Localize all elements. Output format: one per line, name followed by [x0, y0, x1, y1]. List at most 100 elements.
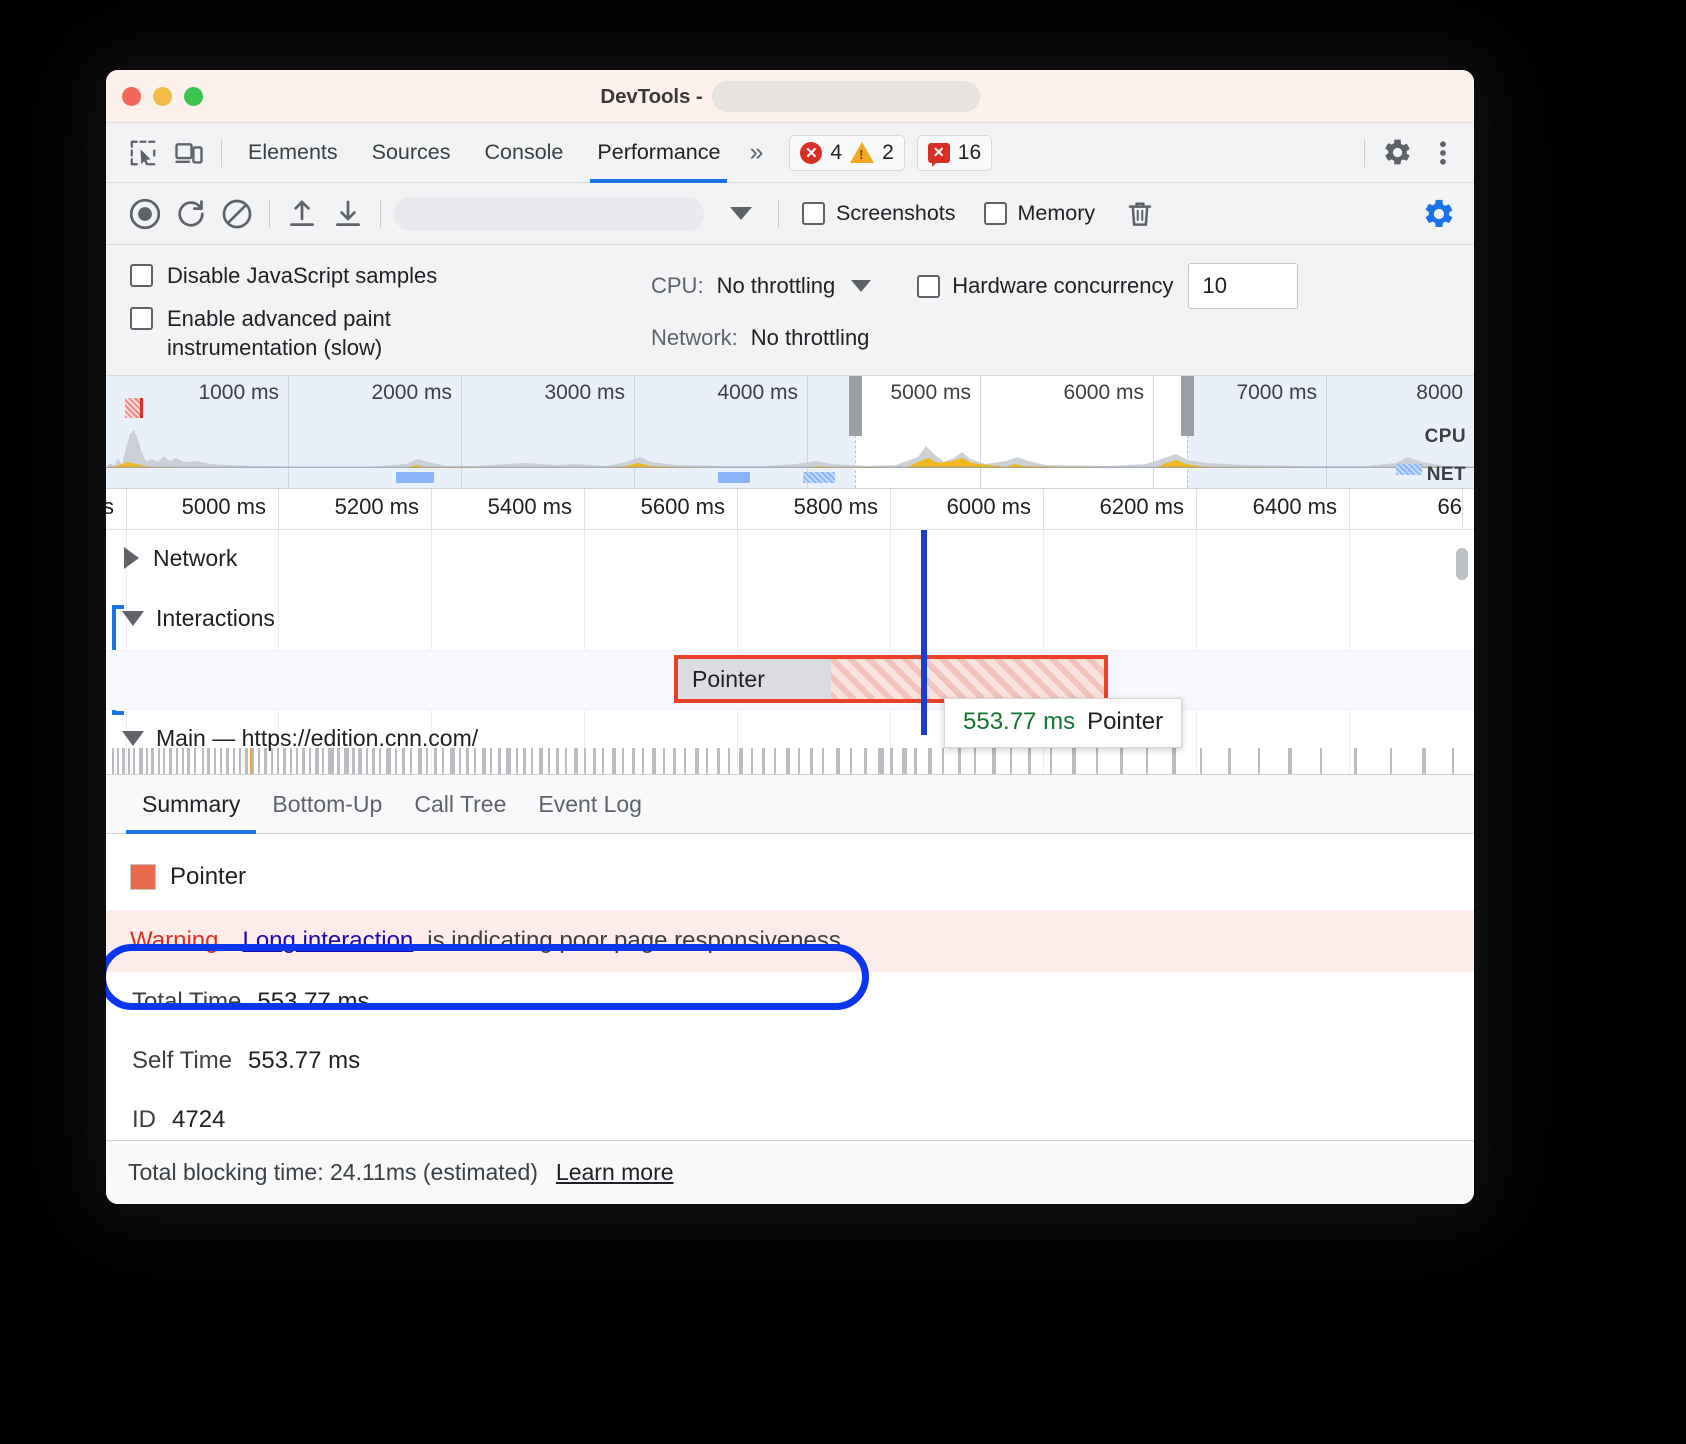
- disable-js-samples-box[interactable]: [130, 264, 153, 287]
- ruler-gridline: [1196, 489, 1197, 529]
- upload-profile-icon[interactable]: [279, 191, 325, 237]
- reload-record-icon[interactable]: [168, 191, 214, 237]
- tab-event-log-label: Event Log: [538, 791, 642, 818]
- advanced-paint-label: Enable advanced paint instrumentation (s…: [167, 304, 497, 362]
- chevron-down-icon[interactable]: [730, 207, 752, 220]
- gear-icon[interactable]: [1374, 130, 1420, 176]
- tabstrip-right-controls: [1355, 130, 1474, 176]
- cpu-chevron-down-icon[interactable]: [851, 280, 871, 292]
- performance-record-toolbar: Screenshots Memory: [106, 183, 1474, 245]
- tabstrip-right-divider: [1364, 139, 1365, 167]
- hardware-concurrency-label: Hardware concurrency: [952, 271, 1173, 300]
- ruler-tick-label: 5800 ms: [794, 494, 890, 520]
- tab-event-log[interactable]: Event Log: [522, 775, 658, 834]
- ruler-tick-label: 5400 ms: [488, 494, 584, 520]
- tab-call-tree[interactable]: Call Tree: [398, 775, 522, 834]
- gear-icon-active[interactable]: [1422, 197, 1456, 231]
- ruler-tick-label: 6200 ms: [1100, 494, 1196, 520]
- error-icon: ✕: [800, 142, 822, 164]
- pointer-event-bar[interactable]: Pointer: [674, 655, 1108, 703]
- screenshots-label: Screenshots: [836, 201, 956, 226]
- window-title-redacted-url: [712, 81, 980, 112]
- issues-badge[interactable]: ✕ 16: [917, 135, 992, 171]
- summary-panel: Pointer Warning Long interaction is indi…: [106, 834, 1474, 1141]
- id-value: 4724: [172, 1106, 225, 1134]
- ruler-gridline: [737, 489, 738, 529]
- overview-tick-label: 5000 ms: [890, 381, 980, 405]
- overview-tick-label: 1000 ms: [198, 381, 288, 405]
- overview-frame-marker: [125, 398, 143, 418]
- tab-sources[interactable]: Sources: [355, 123, 468, 183]
- warning-count: 2: [882, 141, 894, 165]
- summary-event-header: Pointer: [106, 852, 1474, 902]
- long-interaction-link[interactable]: Long interaction: [242, 927, 413, 955]
- issues-count: 16: [958, 141, 981, 165]
- overview-tick-label: 3000 ms: [544, 381, 634, 405]
- capture-settings-left: Disable JavaScript samples Enable advanc…: [106, 261, 651, 376]
- tab-elements[interactable]: Elements: [231, 123, 355, 183]
- track-header-interactions[interactable]: Interactions: [106, 590, 1474, 646]
- overview-net-bar: [803, 472, 835, 483]
- hardware-concurrency-checkbox[interactable]: Hardware concurrency: [917, 271, 1173, 300]
- memory-checkbox-box[interactable]: [984, 202, 1007, 225]
- kebab-menu-icon[interactable]: [1420, 130, 1466, 176]
- profile-selector-redacted[interactable]: [394, 197, 704, 231]
- hardware-concurrency-input[interactable]: 10: [1188, 263, 1298, 309]
- tab-console[interactable]: Console: [468, 123, 581, 183]
- summary-row-self-time: Self Time 553.77 ms: [106, 1031, 1474, 1090]
- flamechart-tracks[interactable]: Network Interactions Pointer Main — h: [106, 530, 1474, 774]
- tooltip-duration: 553.77 ms: [963, 708, 1075, 736]
- advanced-paint-box[interactable]: [130, 307, 153, 330]
- device-toolbar-icon[interactable]: [166, 130, 212, 176]
- overview-tick-label: 2000 ms: [371, 381, 461, 405]
- ruler-gridline: [584, 489, 585, 529]
- advanced-paint-checkbox[interactable]: Enable advanced paint instrumentation (s…: [130, 304, 651, 362]
- cpu-value[interactable]: No throttling: [717, 273, 836, 299]
- clear-icon[interactable]: [214, 191, 260, 237]
- ruler-tick-label: 6000 ms: [947, 494, 1043, 520]
- flamechart-ruler: ms 5000 ms 5200 ms 5400 ms 5600 ms 5800 …: [106, 489, 1474, 530]
- timeline-overview[interactable]: 1000 ms 2000 ms 3000 ms 4000 ms 5000 ms …: [106, 376, 1474, 489]
- overview-tick-label: 8000: [1416, 381, 1472, 405]
- overview-net-label: NET: [1427, 464, 1466, 486]
- screenshots-checkbox-box[interactable]: [802, 202, 825, 225]
- overview-tick-label: 7000 ms: [1236, 381, 1326, 405]
- id-key: ID: [132, 1106, 156, 1134]
- errors-warnings-badge[interactable]: ✕ 4 ! 2: [789, 135, 904, 171]
- learn-more-link[interactable]: Learn more: [556, 1159, 674, 1186]
- chevron-down-icon[interactable]: [122, 731, 144, 746]
- ruler-gridline: [1043, 489, 1044, 529]
- overview-cpu-label: CPU: [1425, 426, 1466, 448]
- download-profile-icon[interactable]: [325, 191, 371, 237]
- record-toolbar-divider-2: [380, 200, 381, 228]
- tab-bottom-up[interactable]: Bottom-Up: [256, 775, 398, 834]
- tab-performance[interactable]: Performance: [580, 123, 737, 183]
- timeline-playhead[interactable]: [921, 530, 927, 735]
- tab-summary[interactable]: Summary: [126, 775, 256, 834]
- inspect-element-icon[interactable]: [120, 130, 166, 176]
- track-header-network[interactable]: Network: [106, 530, 1474, 586]
- chevron-right-icon[interactable]: [124, 547, 139, 569]
- overview-right-drag-handle[interactable]: [1181, 376, 1194, 436]
- overview-net-bar: [1396, 464, 1422, 475]
- pointer-bar-hatched-part: [831, 659, 1104, 699]
- network-value[interactable]: No throttling: [751, 325, 870, 351]
- trash-icon[interactable]: [1117, 191, 1163, 237]
- disable-js-samples-checkbox[interactable]: Disable JavaScript samples: [130, 261, 651, 290]
- network-throttling-row: Network: No throttling: [651, 325, 1298, 351]
- total-time-value: 553.77 ms: [257, 988, 369, 1016]
- overview-left-drag-handle[interactable]: [849, 376, 862, 436]
- memory-checkbox[interactable]: Memory: [984, 201, 1096, 226]
- more-tabs-icon[interactable]: »: [737, 138, 773, 167]
- ruler-tick-label: 5600 ms: [641, 494, 737, 520]
- record-circle-icon[interactable]: [122, 191, 168, 237]
- self-time-key: Self Time: [132, 1047, 232, 1075]
- screenshot-stage: DevTools - Elements: [0, 0, 1686, 1444]
- pointer-bar-label: Pointer: [678, 666, 765, 693]
- tracks-scrollbar-thumb[interactable]: [1456, 548, 1468, 580]
- status-footer: Total blocking time: 24.11ms (estimated)…: [106, 1140, 1474, 1204]
- hardware-concurrency-box[interactable]: [917, 275, 940, 298]
- chevron-down-icon[interactable]: [122, 611, 144, 626]
- screenshots-checkbox[interactable]: Screenshots: [802, 201, 956, 226]
- window-title: DevTools -: [600, 85, 702, 109]
